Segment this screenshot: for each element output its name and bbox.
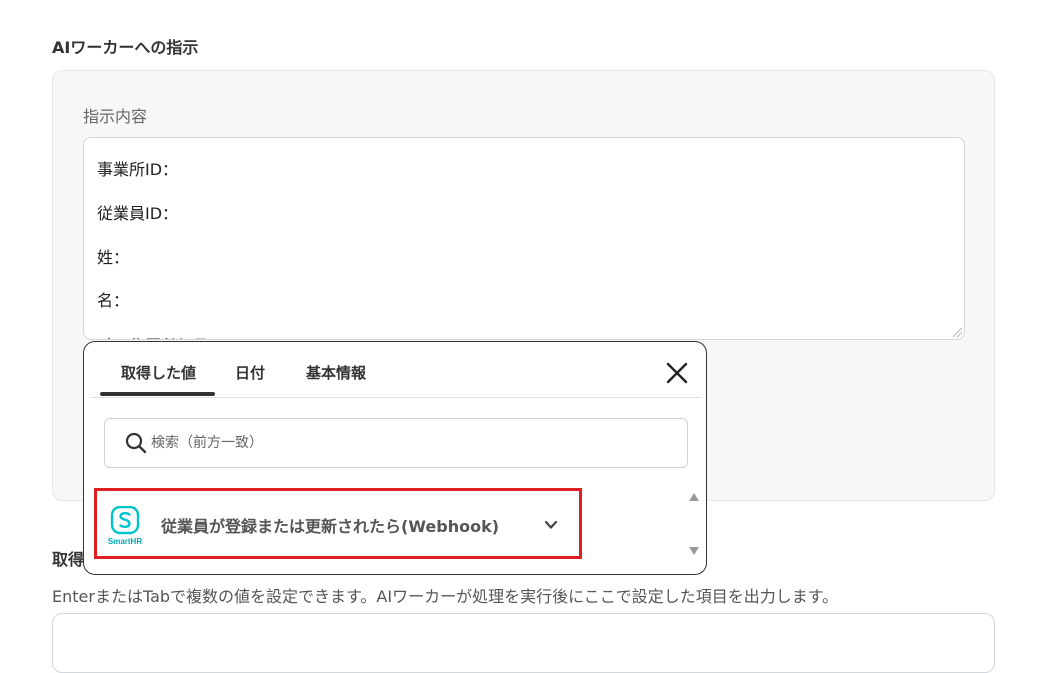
chevron-down-icon[interactable] (543, 517, 559, 533)
scroll-down-arrow-icon[interactable] (688, 546, 700, 556)
instruction-line: 事業所ID： (97, 160, 179, 179)
instruction-line: メールアドレス： (97, 331, 225, 339)
output-help-text: EnterまたはTabで複数の値を設定できます。AIワーカーが処理を実行後にここ… (52, 587, 839, 606)
search-box (104, 418, 688, 468)
search-input[interactable] (151, 419, 671, 467)
tab-basic-info[interactable]: 基本情報 (306, 362, 366, 383)
value-picker-popup: 取得した値 日付 基本情報 SmartHR 従業員が登録または更新されたら(We… (83, 341, 707, 575)
trigger-list-item[interactable]: SmartHR 従業員が登録または更新されたら(Webhook) (94, 488, 582, 559)
close-button[interactable] (664, 360, 690, 386)
tab-date[interactable]: 日付 (235, 362, 265, 383)
trigger-title: 従業員が登録または更新されたら(Webhook) (161, 517, 500, 536)
active-tab-indicator (100, 392, 215, 396)
app-name: SmartHR (108, 537, 142, 546)
instruction-textarea[interactable]: 事業所ID： 従業員ID： 姓： 名： メールアドレス： (83, 137, 965, 340)
smarthr-logo-icon: SmartHR (108, 506, 142, 546)
instruction-line: 従業員ID： (97, 204, 179, 223)
tab-acquired-values[interactable]: 取得した値 (121, 362, 196, 383)
search-icon (125, 432, 147, 454)
output-field-label: 取得 (52, 550, 85, 569)
close-icon (666, 362, 688, 384)
output-input[interactable] (52, 613, 995, 673)
tabs-divider (90, 397, 702, 398)
section-title: AIワーカーへの指示 (52, 38, 199, 57)
instruction-field-label: 指示内容 (83, 107, 148, 126)
instruction-line: 姓： (97, 248, 130, 267)
scroll-up-arrow-icon[interactable] (688, 492, 700, 502)
instruction-line: 名： (97, 291, 130, 310)
resize-handle[interactable] (953, 328, 962, 337)
